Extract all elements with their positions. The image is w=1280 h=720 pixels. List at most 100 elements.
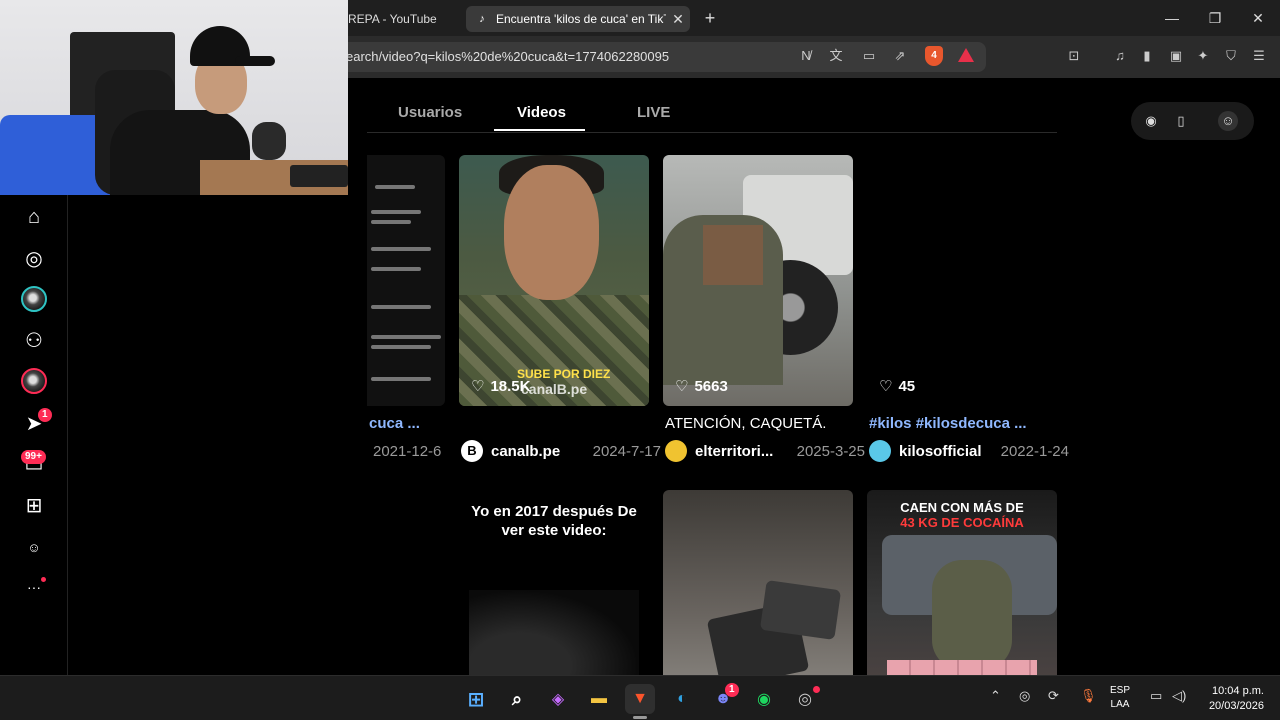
tweet-line — [371, 345, 431, 349]
inbox-badge: 99+ — [21, 450, 46, 464]
heart-icon: ♡ — [879, 378, 893, 395]
heart-icon: ♡ — [675, 378, 689, 395]
video-meta: kilosofficial 2022-1-24 — [869, 440, 1069, 462]
thumbnail-package — [759, 580, 842, 640]
video-thumbnail[interactable]: SUBE POR DIEZ canalB.pe ♡ 18.5K — [459, 155, 649, 406]
tray-app-icon[interactable]: ◎ — [1019, 688, 1030, 704]
tab-users[interactable]: Usuarios — [398, 104, 462, 121]
tweet-line — [371, 377, 431, 381]
sidebar-icon[interactable]: ▮ — [1137, 46, 1157, 66]
tweet-line — [371, 305, 431, 309]
video-thumbnail[interactable]: CAEN CON MÁS DE 43 KG DE COCAÍNA — [867, 490, 1057, 675]
tab-search-icon[interactable]: ⊡ — [1064, 46, 1084, 66]
username[interactable]: elterritori... — [695, 443, 773, 460]
cast-icon[interactable]: ▭ — [859, 46, 879, 66]
explore-compass-icon[interactable]: ◉ — [1141, 111, 1161, 131]
video-date: 2024-7-17 — [592, 442, 661, 460]
username[interactable]: kilosofficial — [899, 443, 982, 460]
maximize-button[interactable]: ❐ — [1200, 8, 1230, 28]
close-tab-icon[interactable]: ✕ — [666, 11, 690, 28]
following-avatar[interactable] — [20, 285, 48, 313]
translate-icon[interactable]: 文 — [826, 46, 846, 66]
video-thumbnail[interactable] — [663, 490, 853, 675]
vpn-icon[interactable]: ⛉ — [1221, 46, 1241, 66]
media-icon[interactable]: ♫ — [1110, 46, 1130, 66]
like-value: 18.5K — [490, 377, 531, 395]
search-results: Usuarios Videos LIVE cuca ... 2021-12-6 — [367, 78, 1280, 675]
video-thumbnail[interactable]: ♡ 5663 — [663, 155, 853, 406]
video-description[interactable]: cuca ... — [369, 415, 557, 432]
reader-off-icon[interactable]: N̸ — [796, 46, 816, 66]
language-indicator[interactable]: ESP LAA — [1110, 684, 1130, 712]
heart-icon: ♡ — [471, 378, 485, 395]
user-avatar[interactable]: B — [461, 440, 483, 462]
like-value: 45 — [898, 377, 916, 395]
video-description[interactable]: #kilos #kilosdecuca ... — [869, 415, 1057, 432]
video-thumbnail[interactable]: Yo en 2017 después De ver este video: — [459, 490, 649, 675]
microphone-icon[interactable]: 🎙 — [1080, 688, 1097, 704]
tray-overflow-icon[interactable]: ⌃ — [990, 688, 1001, 704]
thumbnail-caption: SUBE POR DIEZ — [517, 367, 611, 381]
tweet-line — [371, 220, 411, 224]
video-description[interactable]: ATENCIÓN, CAQUETÁ. — [665, 415, 853, 432]
live-avatar[interactable] — [20, 367, 48, 395]
tab-videos[interactable]: Videos — [517, 104, 566, 121]
share-icon[interactable]: ⇗ — [890, 46, 910, 66]
webcam-keyboard — [290, 165, 348, 187]
video-thumbnail[interactable] — [367, 155, 445, 406]
user-avatar[interactable] — [869, 440, 891, 462]
menu-icon[interactable]: ☰ — [1249, 46, 1269, 66]
sync-icon[interactable]: ⟳ — [1048, 688, 1059, 704]
phone-icon[interactable]: ▯ — [1171, 111, 1191, 131]
clock[interactable]: 10:04 p.m. 20/03/2026 — [1196, 684, 1264, 714]
friends-icon[interactable]: ⚇ — [20, 326, 48, 354]
upload-icon[interactable]: ⊞ — [20, 491, 48, 519]
tab-title: REPA - YouTube — [348, 12, 437, 26]
tweet-line — [371, 210, 421, 214]
search-tabs: Usuarios Videos LIVE — [367, 78, 1057, 133]
brave-shield-icon[interactable]: 4 — [925, 46, 943, 66]
thumbnail-title-line1: CAEN CON MÁS DE — [900, 500, 1024, 515]
volume-icon[interactable]: ◁) — [1172, 688, 1186, 704]
tab-tiktok[interactable]: ♪ Encuentra 'kilos de cuca' en TikTo ✕ — [466, 6, 690, 32]
thumbnail-packages — [703, 225, 763, 285]
brave-icon[interactable]: ▼ — [625, 684, 655, 714]
url-text[interactable]: earch/video?q=kilos%20de%20cuca&t=177406… — [346, 49, 669, 64]
tab-title: Encuentra 'kilos de cuca' en TikTo — [496, 12, 666, 26]
tiktok-sidebar: ⌂ ◎ ⚇ ➤ 1 ▭ 99+ ⊞ ☺ ··· — [0, 195, 68, 675]
video-date: 2025-3-25 — [796, 442, 865, 460]
username[interactable]: canalb.pe — [491, 443, 560, 460]
windows-taskbar: ⊞ ⌕ ◈ ▬ ▼ ◐ ☻ 1 ◉ ◎ ⌃ ◎ ⟳ 🎙 ESP LAA ▭ ◁)… — [0, 675, 1280, 720]
discord-badge: 1 — [725, 683, 739, 697]
edge-icon[interactable]: ◐ — [667, 684, 697, 714]
file-explorer-icon[interactable]: ▬ — [584, 684, 614, 714]
tab-youtube[interactable]: REPA - YouTube — [348, 6, 458, 32]
video-meta: B canalb.pe 2024-7-17 — [461, 440, 661, 462]
new-tab-button[interactable]: + — [700, 8, 720, 28]
profile-icon[interactable]: ☺ — [20, 533, 48, 561]
wallet-icon[interactable]: ▣ — [1166, 46, 1186, 66]
user-avatar[interactable] — [665, 440, 687, 462]
tweet-line — [371, 267, 421, 271]
leo-icon[interactable]: ✦ — [1193, 46, 1213, 66]
spotify-icon[interactable]: ◉ — [749, 684, 779, 714]
copilot-icon[interactable]: ◈ — [543, 684, 573, 714]
brave-rewards-icon[interactable] — [958, 48, 974, 62]
like-count: ♡ 18.5K — [471, 377, 531, 396]
profile-avatar-icon[interactable]: ☺ — [1218, 111, 1238, 131]
explore-icon[interactable]: ◎ — [20, 244, 48, 272]
tab-live[interactable]: LIVE — [637, 104, 670, 121]
like-value: 5663 — [694, 377, 728, 395]
home-icon[interactable]: ⌂ — [20, 203, 48, 231]
thumbnail-title-line2: 43 KG DE COCAÍNA — [900, 515, 1024, 530]
video-meta: elterritori... 2025-3-25 — [665, 440, 865, 462]
clock-time: 10:04 p.m. — [1212, 685, 1264, 697]
close-window-button[interactable]: ✕ — [1243, 8, 1273, 28]
active-indicator — [633, 716, 647, 719]
video-thumbnail[interactable]: ♡ 45 — [867, 155, 1057, 406]
video-date: 2022-1-24 — [1000, 442, 1069, 460]
search-icon[interactable]: ⌕ — [502, 684, 532, 714]
minimize-button[interactable]: — — [1157, 8, 1187, 28]
start-icon[interactable]: ⊞ — [461, 684, 491, 714]
network-icon[interactable]: ▭ — [1150, 688, 1162, 704]
